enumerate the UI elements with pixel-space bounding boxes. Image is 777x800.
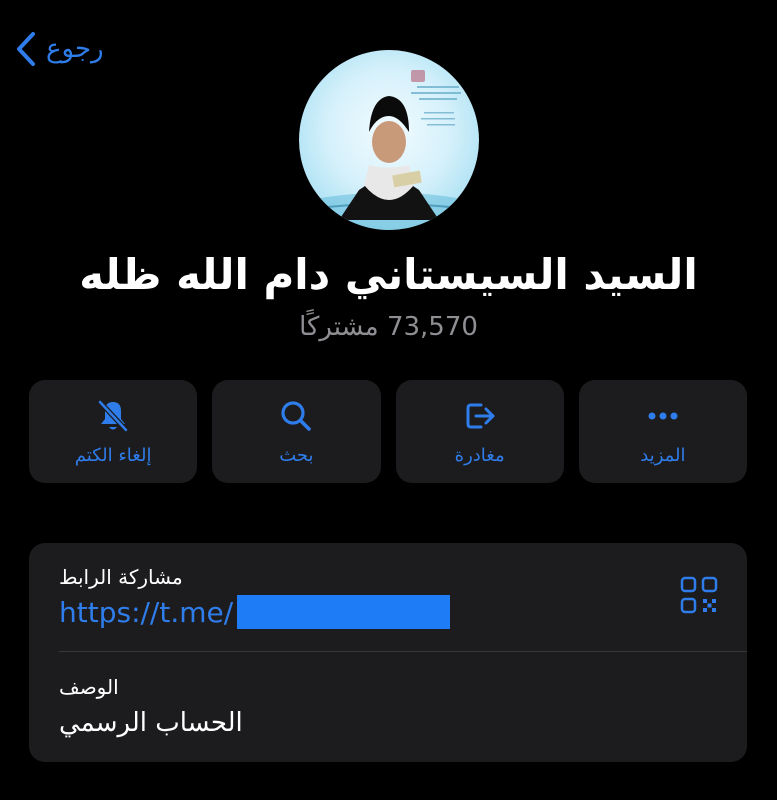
more-dots-icon: [648, 412, 678, 420]
chevron-left-icon: [17, 32, 35, 66]
divider: [59, 651, 747, 652]
action-bar: إلغاء الكتم بحث مغادرة المزيد: [29, 380, 747, 483]
search-label: بحث: [279, 445, 314, 466]
info-card: مشاركة الرابط https://t.me/ الوصف الحساب…: [29, 543, 747, 762]
more-button[interactable]: المزيد: [578, 380, 747, 483]
leave-label: مغادرة: [454, 445, 505, 466]
share-link-row[interactable]: مشاركة الرابط https://t.me/: [29, 543, 747, 651]
share-link-label: مشاركة الرابط: [59, 565, 183, 589]
subscriber-count: 73,570 مشتركًا: [299, 312, 478, 342]
leave-icon: [466, 403, 495, 429]
description-value: الحساب الرسمي: [59, 708, 243, 738]
channel-link-text: https://t.me/: [59, 595, 234, 629]
search-button[interactable]: بحث: [212, 380, 381, 483]
redaction-bar: [237, 595, 451, 629]
channel-name: السيد السيستاني دام الله ظله: [79, 250, 698, 299]
leave-button[interactable]: مغادرة: [395, 380, 564, 483]
channel-link[interactable]: https://t.me/: [59, 595, 451, 629]
qr-code-icon[interactable]: [679, 575, 719, 615]
bell-slash-icon: [98, 400, 128, 432]
back-button[interactable]: رجوع: [14, 30, 104, 68]
unmute-label: إلغاء الكتم: [74, 445, 152, 466]
more-label: المزيد: [640, 445, 686, 466]
avatar-portrait-image: [309, 70, 469, 230]
back-label: رجوع: [46, 34, 104, 64]
channel-avatar[interactable]: [299, 50, 479, 230]
search-icon: [281, 401, 312, 431]
unmute-button[interactable]: إلغاء الكتم: [29, 380, 198, 483]
description-label: الوصف: [59, 675, 119, 699]
